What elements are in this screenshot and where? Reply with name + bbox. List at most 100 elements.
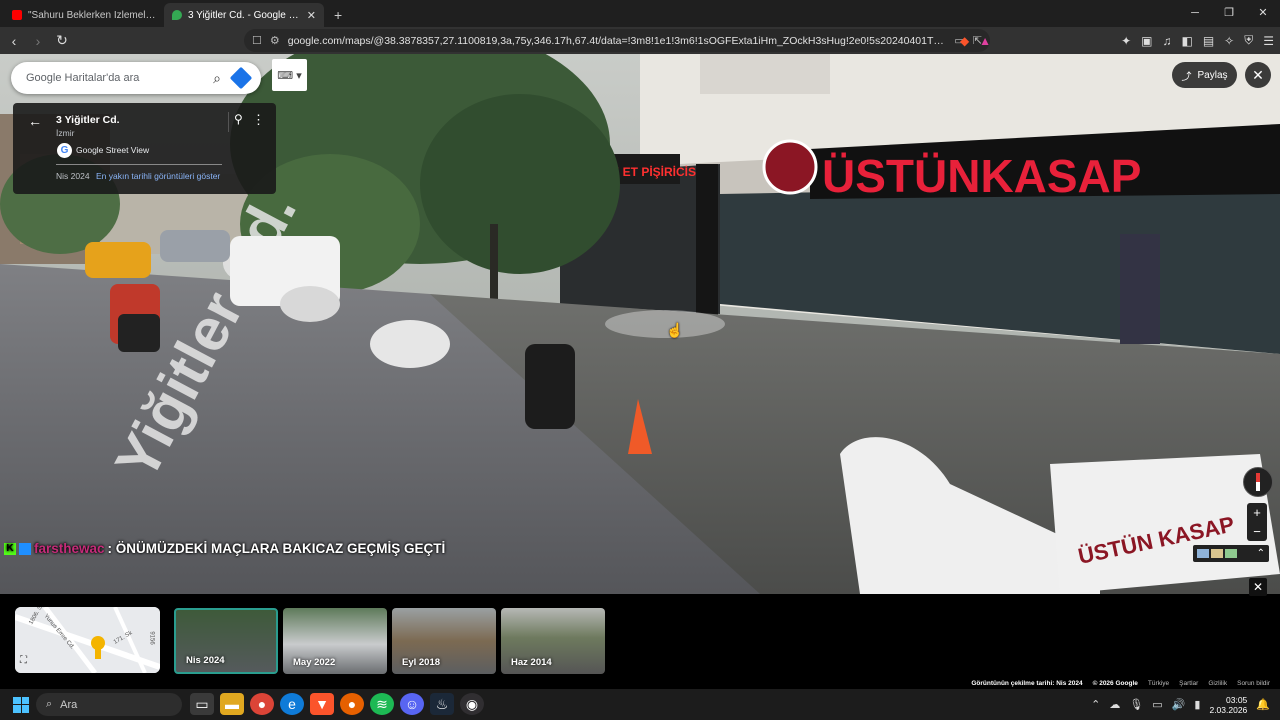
tray-app-icon[interactable]: ☁ bbox=[1109, 698, 1120, 711]
browser-toolbar: ‹ › ↻ ☐ ⚙ google.com/maps/@38.3878357,27… bbox=[0, 27, 1280, 54]
volume-icon[interactable]: 🔊 bbox=[1172, 698, 1186, 711]
tab-kick[interactable]: "Sahuru Beklerken İzlemelik Edit" Kick bbox=[4, 3, 164, 27]
footer-copyright: © 2026 Google bbox=[1092, 680, 1138, 687]
file-explorer-icon[interactable]: ▬ bbox=[220, 693, 244, 715]
edge-icon[interactable]: e bbox=[280, 693, 304, 715]
timeline-date: Nis 2024 bbox=[186, 655, 225, 666]
media-icon[interactable]: ♫ bbox=[1162, 34, 1171, 48]
steam-icon[interactable]: ♨ bbox=[430, 693, 454, 715]
brave-shield-icon[interactable]: ◆ bbox=[960, 34, 969, 48]
sidebar-icon[interactable]: ◧ bbox=[1181, 34, 1192, 48]
zoom-controls: + − bbox=[1247, 503, 1267, 541]
layer-thumb[interactable] bbox=[1211, 549, 1223, 558]
leo-ai-icon[interactable]: ✧ bbox=[1224, 34, 1234, 48]
location-pin-icon[interactable]: ⚲ bbox=[234, 112, 243, 126]
timeline-date: Eyl 2018 bbox=[402, 657, 441, 668]
source-label: Google Street View bbox=[76, 145, 150, 155]
screenshot-icon[interactable]: ▣ bbox=[1141, 34, 1152, 48]
search-input[interactable]: Google Haritalar'da ara bbox=[26, 72, 213, 84]
chat-message: : ÖNÜMÜZDEKİ MAÇLARA BAKICAZ GEÇMİŞ GEÇT… bbox=[107, 541, 446, 556]
close-timeline-button[interactable]: ✕ bbox=[1249, 578, 1267, 596]
zoom-in-button[interactable]: + bbox=[1247, 503, 1267, 522]
back-icon[interactable]: ‹ bbox=[4, 33, 24, 49]
address-bar[interactable]: ☐ ⚙ google.com/maps/@38.3878357,27.11008… bbox=[244, 29, 990, 52]
search-icon: ⌕ bbox=[46, 698, 53, 710]
reload-icon[interactable]: ↻ bbox=[52, 32, 72, 49]
tab-close-button[interactable]: ✕ bbox=[307, 9, 316, 22]
search-icon[interactable]: ⌕ bbox=[213, 70, 221, 87]
footer-privacy[interactable]: Gizlilik bbox=[1208, 680, 1227, 687]
spotify-icon[interactable]: ≋ bbox=[370, 693, 394, 715]
clock-time: 03:05 bbox=[1226, 694, 1248, 705]
minimize-button[interactable]: ─ bbox=[1178, 0, 1212, 27]
vpn-icon[interactable]: ⛨ bbox=[1244, 33, 1253, 48]
bookmark-icon[interactable]: ☐ bbox=[252, 34, 262, 47]
chrome-icon[interactable]: ● bbox=[250, 693, 274, 715]
youtube-icon bbox=[12, 10, 22, 20]
brave-icon[interactable]: ▼ bbox=[310, 693, 334, 715]
tab-google-maps[interactable]: 3 Yiğitler Cd. - Google Haritalar ✕ bbox=[164, 3, 324, 27]
firefox-icon[interactable]: ● bbox=[340, 693, 364, 715]
maps-search-box[interactable]: Google Haritalar'da ara ⌕ bbox=[11, 62, 261, 94]
place-title: 3 Yiğitler Cd. bbox=[56, 114, 120, 126]
task-view-icon[interactable]: ▭ bbox=[190, 693, 214, 715]
new-tab-button[interactable]: + bbox=[324, 3, 352, 27]
maps-icon bbox=[172, 10, 182, 20]
footer-report[interactable]: Sorun bildir bbox=[1237, 680, 1270, 687]
minimap[interactable]: Yunus Emre Cd. 171. Sk 1806. Sk 9156 ⛶ bbox=[15, 607, 160, 673]
location-card: ← 3 Yiğitler Cd. İzmir ⚲ ⋮ G Google Stre… bbox=[13, 103, 276, 194]
maximize-button[interactable]: ❐ bbox=[1212, 0, 1246, 27]
extensions-icon[interactable]: ✦ bbox=[1121, 34, 1131, 48]
footer-country[interactable]: Türkiye bbox=[1148, 680, 1169, 687]
site-info-icon[interactable]: ⚙ bbox=[270, 34, 280, 47]
minimap-label: 9156 bbox=[148, 631, 155, 645]
microphone-icon[interactable]: 🎙 bbox=[1129, 698, 1143, 711]
tab-strip: "Sahuru Beklerken İzlemelik Edit" Kick 3… bbox=[0, 0, 1280, 27]
capture-date[interactable]: Nis 2024 bbox=[56, 171, 90, 181]
timeline-thumb[interactable]: Nis 2024 bbox=[174, 608, 278, 674]
compass-icon[interactable] bbox=[1243, 467, 1273, 497]
latest-imagery-link[interactable]: En yakın tarihli görüntüleri göster bbox=[96, 171, 220, 181]
menu-icon[interactable]: ☰ bbox=[1263, 34, 1274, 48]
divider bbox=[228, 112, 229, 132]
close-street-view-button[interactable]: ✕ bbox=[1245, 62, 1271, 88]
mouse-cursor-icon: ☝ bbox=[666, 322, 684, 338]
notification-bell-icon[interactable]: 🔔 bbox=[1256, 698, 1270, 711]
clock[interactable]: 03:05 2.03.2026 bbox=[1209, 695, 1247, 715]
timeline-strip: ✕ Yunus Emre Cd. 171. Sk 1806. Sk 9156 ⛶… bbox=[0, 578, 1280, 689]
obs-icon[interactable]: ◉ bbox=[460, 693, 484, 715]
timeline-thumb[interactable]: Eyl 2018 bbox=[392, 608, 496, 674]
taskbar-search-label: Ara bbox=[60, 698, 78, 711]
street-view-panorama[interactable]: ÜSTÜNKASAP ÜSTÜN ET PİŞİRİCİSİ Yiğitler … bbox=[0, 54, 1280, 594]
share-button[interactable]: ⤴ Paylaş bbox=[1172, 62, 1237, 88]
zoom-out-button[interactable]: − bbox=[1247, 522, 1267, 541]
url-text: google.com/maps/@38.3878357,27.1100819,3… bbox=[287, 34, 947, 47]
windows-start-icon[interactable] bbox=[13, 696, 29, 713]
keyboard-input-button[interactable]: ⌨ ▾ bbox=[272, 59, 307, 91]
forward-icon[interactable]: › bbox=[28, 33, 48, 49]
window-close-button[interactable]: ✕ bbox=[1246, 0, 1280, 27]
taskbar-search[interactable]: ⌕ Ara bbox=[36, 693, 182, 716]
discord-icon[interactable]: ☺ bbox=[400, 693, 424, 715]
kick-badge-icon: K bbox=[4, 542, 16, 555]
directions-icon[interactable] bbox=[229, 66, 253, 90]
layer-thumb[interactable] bbox=[1197, 549, 1209, 558]
network-icon[interactable]: ▭ bbox=[1152, 698, 1162, 711]
back-arrow-icon[interactable]: ← bbox=[28, 113, 42, 129]
battery-icon[interactable]: ▮ bbox=[1194, 698, 1200, 711]
more-options-icon[interactable]: ⋮ bbox=[252, 112, 265, 128]
rewards-icon[interactable]: ▲ bbox=[979, 34, 991, 48]
timeline-thumb[interactable]: Haz 2014 bbox=[501, 608, 605, 674]
share-label: Paylaş bbox=[1197, 69, 1228, 81]
system-tray: ⌃ ☁ 🎙 ▭ 🔊 ▮ 03:05 2.03.2026 🔔 bbox=[1091, 689, 1280, 720]
wallet-icon[interactable]: ▤ bbox=[1203, 34, 1214, 48]
footer-terms[interactable]: Şartlar bbox=[1179, 680, 1198, 687]
layer-thumb[interactable] bbox=[1225, 549, 1237, 558]
tray-chevron-icon[interactable]: ⌃ bbox=[1091, 698, 1100, 711]
taskbar: ⌕ Ara ▭ ▬ ● e ▼ ● ≋ ☺ ♨ ◉ ⌃ ☁ 🎙 ▭ 🔊 ▮ 03… bbox=[0, 689, 1280, 720]
shop-sign-main: ÜSTÜNKASAP bbox=[822, 150, 1141, 202]
layers-toggle[interactable]: ⌃ bbox=[1193, 545, 1269, 562]
expand-icon[interactable]: ⌃ bbox=[1257, 548, 1265, 559]
timeline-thumb[interactable]: May 2022 bbox=[283, 608, 387, 674]
fullscreen-icon[interactable]: ⛶ bbox=[20, 655, 27, 666]
